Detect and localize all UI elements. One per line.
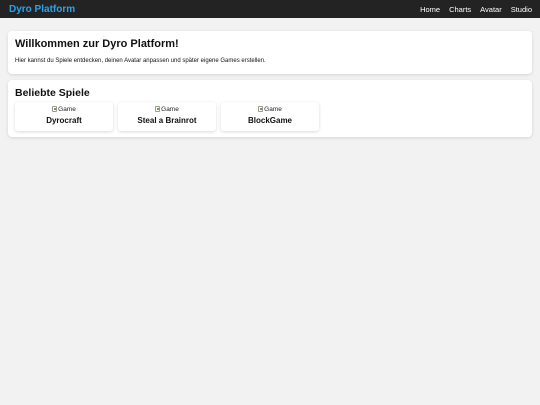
main-nav: Home Charts Avatar Studio xyxy=(420,5,532,14)
welcome-title: Willkommen zur Dyro Platform! xyxy=(15,38,179,50)
nav-link-home[interactable]: Home xyxy=(420,5,440,14)
welcome-text: Hier kannst du Spiele entdecken, deinen … xyxy=(15,58,266,64)
section-title: Beliebte Spiele xyxy=(15,87,90,99)
games-list: Game Dyrocraft Game Steal a Brainrot Gam… xyxy=(15,102,525,131)
game-thumbnail-image: Game xyxy=(52,105,76,113)
nav-link-studio[interactable]: Studio xyxy=(511,5,532,14)
popular-games-section: Beliebte Spiele Game Dyrocraft Game Stea… xyxy=(8,80,532,137)
game-thumbnail-alt: Game xyxy=(58,105,76,113)
nav-link-charts[interactable]: Charts xyxy=(449,5,471,14)
game-card-blockgame[interactable]: Game BlockGame xyxy=(221,102,319,131)
welcome-card: Willkommen zur Dyro Platform! Hier kanns… xyxy=(8,31,532,74)
broken-image-icon xyxy=(52,106,58,112)
game-card-dyrocraft[interactable]: Game Dyrocraft xyxy=(15,102,113,131)
game-title: BlockGame xyxy=(247,116,293,125)
game-thumbnail-image: Game xyxy=(258,105,282,113)
game-card-steal-a-brainrot[interactable]: Game Steal a Brainrot xyxy=(118,102,216,131)
top-navbar: Dyro Platform Home Charts Avatar Studio xyxy=(0,0,540,18)
game-thumbnail-image: Game xyxy=(155,105,179,113)
game-thumbnail-alt: Game xyxy=(264,105,282,113)
broken-image-icon xyxy=(155,106,161,112)
broken-image-icon xyxy=(258,106,264,112)
nav-link-avatar[interactable]: Avatar xyxy=(480,5,502,14)
game-title: Dyrocraft xyxy=(46,116,82,125)
brand-logo-link[interactable]: Dyro Platform xyxy=(9,4,75,15)
game-title: Steal a Brainrot xyxy=(137,116,197,125)
game-thumbnail-alt: Game xyxy=(161,105,179,113)
